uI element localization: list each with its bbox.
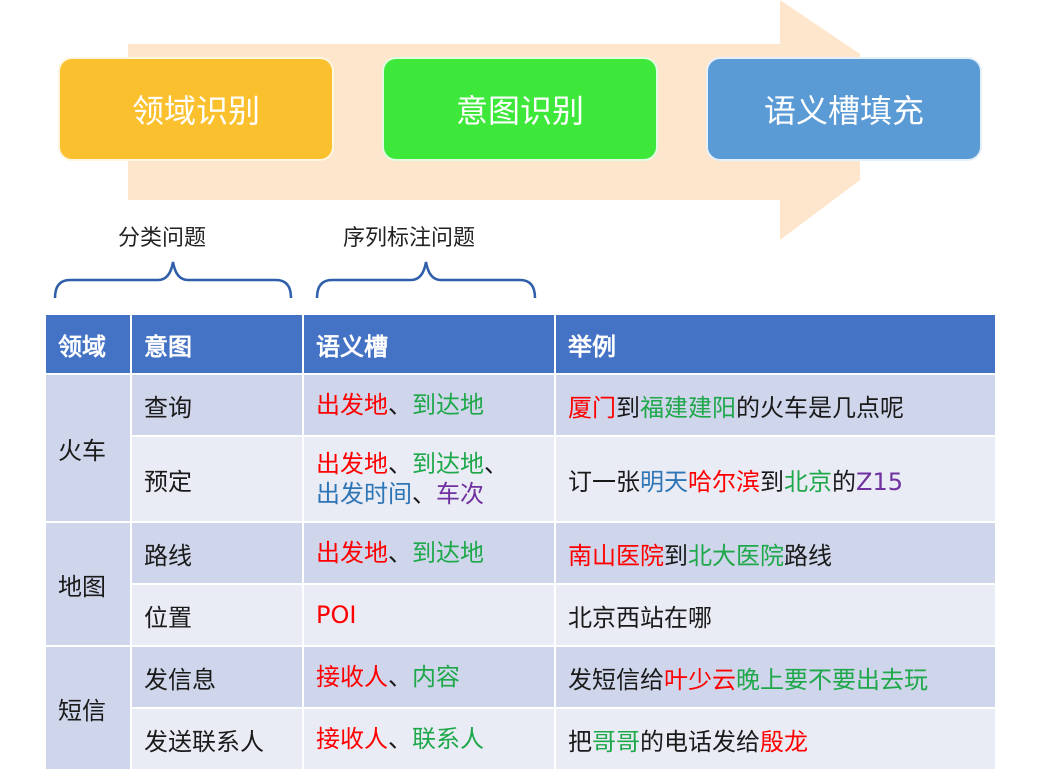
example-segment: 福建建阳 <box>640 393 736 422</box>
brace-label-sequence-labeling: 序列标注问题 <box>343 226 476 251</box>
slot-segment: 、 <box>388 725 412 753</box>
slot-segment: 出发地 <box>316 450 388 478</box>
cell-example: 发短信给叶少云晚上要不要出去玩 <box>554 645 997 709</box>
example-segment: 到 <box>616 393 640 422</box>
example-segment: 明天 <box>640 467 688 496</box>
table-body: 火车 查询 出发地、到达地 厦门到福建建阳的火车是几点呢 预定 出发地、到达地、 出发时间、… <box>44 373 997 771</box>
example-segment: 路线 <box>784 541 832 570</box>
cell-domain: 短信 <box>44 645 132 771</box>
slot-segment: 、 <box>412 480 436 508</box>
example-segment: 南山医院 <box>568 541 664 570</box>
table-row: 位置 POI 北京西站在哪 <box>45 583 997 647</box>
slot-segment: 、 <box>388 539 412 567</box>
example-segment: 哈尔滨 <box>688 467 760 496</box>
cell-intent: 发信息 <box>130 645 304 709</box>
slot-segment: 到达地 <box>412 391 484 419</box>
cell-intent: 查询 <box>130 373 304 437</box>
cell-domain: 地图 <box>44 521 132 647</box>
cell-intent: 预定 <box>130 435 304 523</box>
brace-classification <box>53 261 293 299</box>
example-segment: 叶少云 <box>664 665 736 694</box>
example-segment: 晚上要不要出去玩 <box>736 665 928 694</box>
example-segment: 北京西站在哪 <box>568 603 712 632</box>
slot-segment: 、 <box>484 450 508 478</box>
brace-label-classification: 分类问题 <box>118 226 207 251</box>
example-segment: 把 <box>568 727 592 756</box>
stage-slot-filling: 语义槽填充 <box>706 57 982 161</box>
example-segment: 的 <box>832 467 856 496</box>
slot-segment: 车次 <box>436 480 484 508</box>
slot-table: 领域 意图 语义槽 举例 火车 查询 出发地、到达地 厦门到福建建阳的火车是几点呢 预定… <box>44 313 997 771</box>
example-segment: 的火车是几点呢 <box>736 393 904 422</box>
cell-slots: 接收人、内容 <box>302 645 556 709</box>
slot-segment: 到达地 <box>412 450 484 478</box>
slot-segment: 到达地 <box>412 539 484 567</box>
example-segment: 到 <box>664 541 688 570</box>
table-row: 地图 路线 出发地、到达地 南山医院到北大医院路线 <box>44 521 997 647</box>
cell-slots: 出发地、到达地、 出发时间、车次 <box>302 435 556 523</box>
example-segment: 北大医院 <box>688 541 784 570</box>
cell-slots: 出发地、到达地 <box>302 521 556 585</box>
cell-example: 南山医院到北大医院路线 <box>554 521 997 585</box>
slot-segment: 内容 <box>412 663 460 691</box>
cell-intent: 路线 <box>130 521 304 585</box>
table-header-row: 领域 意图 语义槽 举例 <box>44 313 997 375</box>
example-segment: 哥哥 <box>592 727 640 756</box>
example-segment: 到 <box>760 467 784 496</box>
header-slot: 语义槽 <box>302 313 556 375</box>
table-row: 短信 发信息 接收人、内容 发短信给叶少云晚上要不要出去玩 <box>44 645 997 771</box>
cell-example: 把哥哥的电话发给殷龙 <box>554 707 997 771</box>
slot-segment: 接收人 <box>316 725 388 753</box>
example-segment: 北京 <box>784 467 832 496</box>
slot-segment: 出发地 <box>316 391 388 419</box>
stage-label: 领域识别 <box>131 92 260 130</box>
cell-example: 厦门到福建建阳的火车是几点呢 <box>554 373 997 437</box>
brace-sequence-labeling <box>315 261 537 299</box>
slot-segment: 接收人 <box>316 663 388 691</box>
example-segment: 殷龙 <box>760 727 808 756</box>
cell-slots: 出发地、到达地 <box>302 373 556 437</box>
example-segment: 订一张 <box>568 467 640 496</box>
example-segment: 的电话发给 <box>640 727 760 756</box>
table-row: 预定 出发地、到达地、 出发时间、车次 订一张明天哈尔滨到北京的Z15 <box>45 435 997 523</box>
cell-intent: 发送联系人 <box>130 707 304 771</box>
cell-example: 订一张明天哈尔滨到北京的Z15 <box>554 435 997 523</box>
cell-domain: 火车 <box>44 373 132 523</box>
slot-segment: 、 <box>388 663 412 691</box>
header-intent: 意图 <box>130 313 304 375</box>
slot-segment: POI <box>316 601 357 629</box>
slot-segment: 出发地 <box>316 539 388 567</box>
stage-domain-recognition: 领域识别 <box>58 57 334 161</box>
cell-intent: 位置 <box>130 583 304 647</box>
table-row: 火车 查询 出发地、到达地 厦门到福建建阳的火车是几点呢 <box>44 373 997 523</box>
cell-slots: 接收人、联系人 <box>302 707 556 771</box>
example-segment: 发短信给 <box>568 665 664 694</box>
slot-segment: 、 <box>388 450 412 478</box>
cell-slots: POI <box>302 583 556 647</box>
slot-segment: 、 <box>388 391 412 419</box>
header-domain: 领域 <box>44 313 132 375</box>
table-row: 发送联系人 接收人、联系人 把哥哥的电话发给殷龙 <box>45 707 997 771</box>
stage-label: 意图识别 <box>455 92 584 130</box>
cell-example: 北京西站在哪 <box>554 583 997 647</box>
header-example: 举例 <box>554 313 997 375</box>
stage-label: 语义槽填充 <box>763 92 924 130</box>
slot-segment: 出发时间 <box>316 480 412 508</box>
stage-intent-recognition: 意图识别 <box>382 57 658 161</box>
example-segment: Z15 <box>856 467 903 496</box>
example-segment: 厦门 <box>568 393 616 422</box>
slot-segment: 联系人 <box>412 725 484 753</box>
